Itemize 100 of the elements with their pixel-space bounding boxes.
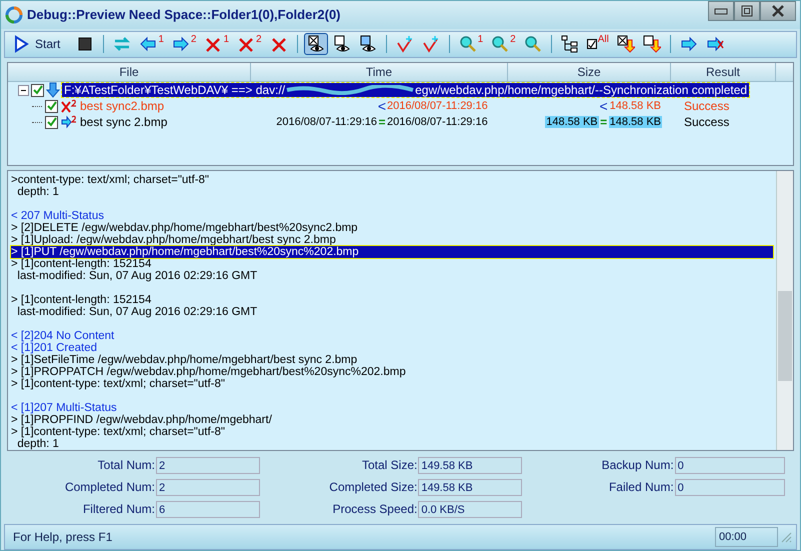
stat-label: Failed Num:: [608, 480, 674, 494]
stat-value-field: 6: [156, 500, 260, 518]
column-header[interactable]: File: [8, 63, 251, 82]
checkbox[interactable]: [31, 84, 44, 97]
column-header[interactable]: Result: [671, 63, 776, 82]
app-logo-icon: [5, 6, 23, 24]
log-line: > [1]PROPFIND /egw/webdav.php/home/mgebhart/: [11, 414, 272, 426]
toolbar-button[interactable]: 2: [488, 33, 519, 56]
compare-mark: <: [598, 98, 609, 114]
file-name: best sync 2.bmp: [80, 115, 168, 130]
toolbar-button[interactable]: Start: [9, 33, 72, 56]
minimize-icon: [714, 7, 728, 15]
copy-right-icon: [172, 35, 190, 54]
resize-grip-icon: [780, 531, 792, 544]
result-cell-text: Success: [683, 115, 730, 130]
log-line: > [1]content-length: 152154: [11, 294, 152, 306]
stat-label: Completed Size:: [328, 480, 418, 494]
scrollbar[interactable]: [776, 171, 793, 450]
copy-left-icon: [139, 35, 158, 54]
toolbar-button[interactable]: 2: [168, 33, 200, 56]
close-button[interactable]: [760, 1, 796, 21]
stop-icon: [76, 35, 94, 54]
stat-value-field: 149.58 KB: [418, 456, 522, 474]
time-cell: 2016/08/07-11:29:16: [387, 116, 488, 128]
collapse-toggle[interactable]: [18, 84, 29, 96]
log-line: depth: 1: [16, 186, 59, 198]
toolbar-button[interactable]: [304, 33, 328, 56]
stat-label: Total Size:: [360, 458, 418, 472]
column-header[interactable]: Size: [508, 63, 671, 82]
log-line: < [1]201 Created: [11, 342, 97, 354]
maximize-icon: [741, 5, 753, 17]
zoom-icon: [458, 35, 477, 54]
log-line: < 207 Multi-Status: [11, 210, 104, 222]
log-line: last-modified: Sun, 07 Aug 2016 02:29:16 GMT: [16, 306, 258, 318]
close-icon: [771, 5, 785, 17]
status-text: For Help, press F1: [13, 530, 114, 544]
arrow-down-icon: [46, 82, 60, 98]
log-line: > [1]content-type: text/xml; charset="utf-8": [11, 426, 225, 438]
arrow-right-icon: [61, 115, 77, 130]
selected-row-highlight[interactable]: F:¥ATestFolder¥TestWebDAV¥ ==> dav:// egw/webdav.php/home/mgebhart/--Synchronization completed: [62, 83, 750, 98]
delete-icon: [237, 35, 256, 54]
checkbox-icon: [586, 39, 597, 50]
minimize-button[interactable]: [708, 1, 734, 21]
stat-label: Backup Num:: [600, 458, 674, 472]
log-line: > [1]PROPPATCH /egw/webdav.php/home/mgebhart/best%20sync%202.bmp: [11, 366, 406, 378]
box-down-icon: [642, 35, 661, 54]
sync-source-path: F:¥ATestFolder¥TestWebDAV¥ ==> dav://: [64, 83, 286, 98]
checkbox[interactable]: [45, 116, 58, 129]
size-cell: 148.58 KB: [545, 116, 599, 128]
eye-box-icon: [306, 35, 325, 54]
stat-label: Filtered Num:: [82, 502, 155, 516]
tree-icon: [560, 35, 579, 54]
size-cell: 148.58 KB: [608, 100, 662, 112]
toolbar-button[interactable]: 1: [136, 33, 167, 56]
toolbar-button[interactable]: 1: [201, 33, 232, 56]
stat-value-field: 2: [156, 456, 260, 474]
box-x-down-icon: [616, 35, 635, 54]
log-line: < [1]207 Multi-Status: [11, 402, 117, 414]
stat-label: Process Speed:: [332, 502, 418, 516]
log-line: > [2]DELETE /egw/webdav.php/home/mgebhart/best%20sync2.bmp: [11, 222, 358, 234]
stat-label: Completed Num:: [64, 480, 155, 494]
sync-icon: [113, 35, 132, 54]
delete-icon: [270, 35, 288, 54]
arrow-x-icon: [706, 35, 724, 54]
zoom-doc-icon: [524, 35, 542, 54]
delete-icon: [61, 99, 77, 114]
column-header[interactable]: Time: [251, 63, 508, 82]
log-line: >content-type: text/xml; charset="utf-8": [11, 174, 210, 186]
maximize-button[interactable]: [734, 1, 760, 21]
checkbox[interactable]: [45, 100, 58, 113]
play-icon: [12, 35, 30, 54]
stat-value-field: 0: [674, 478, 785, 496]
window-title: Debug::Preview Need Space::Folder1(0),Folder2(0): [27, 7, 342, 22]
toolbar-button[interactable]: All: [584, 33, 612, 56]
stat-value-field: 149.58 KB: [418, 478, 522, 496]
result-cell-text: Success: [683, 99, 730, 114]
time-cell: 2016/08/07-11:29:16: [387, 100, 488, 112]
compare-mark: =: [599, 115, 608, 130]
zoom-icon: [491, 35, 510, 54]
compare-mark: =: [377, 115, 386, 130]
log-line: last-modified: Sun, 07 Aug 2016 02:29:16 GMT: [16, 270, 258, 282]
log-line: > [1]content-type: text/xml; charset="utf-8": [11, 378, 225, 390]
size-cell: 148.58 KB: [608, 116, 662, 128]
sync-target-path: egw/webdav.php/home/mgebhart/--Synchronization completed: [415, 83, 748, 98]
log-line: > [1]Upload: /egw/webdav.php/home/mgebhart/best sync 2.bmp: [11, 234, 336, 246]
file-name: best sync2.bmp: [80, 99, 164, 114]
elapsed-time: 00:00: [715, 527, 778, 548]
log-line: > [1]content-length: 152154: [11, 258, 152, 270]
stat-value-field: 0.0 KB/S: [418, 500, 522, 518]
delete-icon: [204, 35, 222, 54]
stat-value-field: 2: [156, 478, 260, 496]
compare-mark: <: [377, 98, 387, 114]
stat-value-field: 0: [674, 456, 785, 474]
stat-label: Total Num:: [96, 458, 155, 472]
log-line: > [1]SetFileTime /egw/webdav.php/home/mgebhart/best sync 2.bmp: [11, 354, 358, 366]
time-cell: 2016/08/07-11:29:16: [276, 116, 377, 128]
log-line: depth: 1: [16, 438, 59, 450]
log-line: < [2]204 No Content: [11, 330, 114, 342]
toolbar-button[interactable]: 1: [456, 33, 486, 56]
toolbar-button[interactable]: 2: [234, 33, 265, 56]
